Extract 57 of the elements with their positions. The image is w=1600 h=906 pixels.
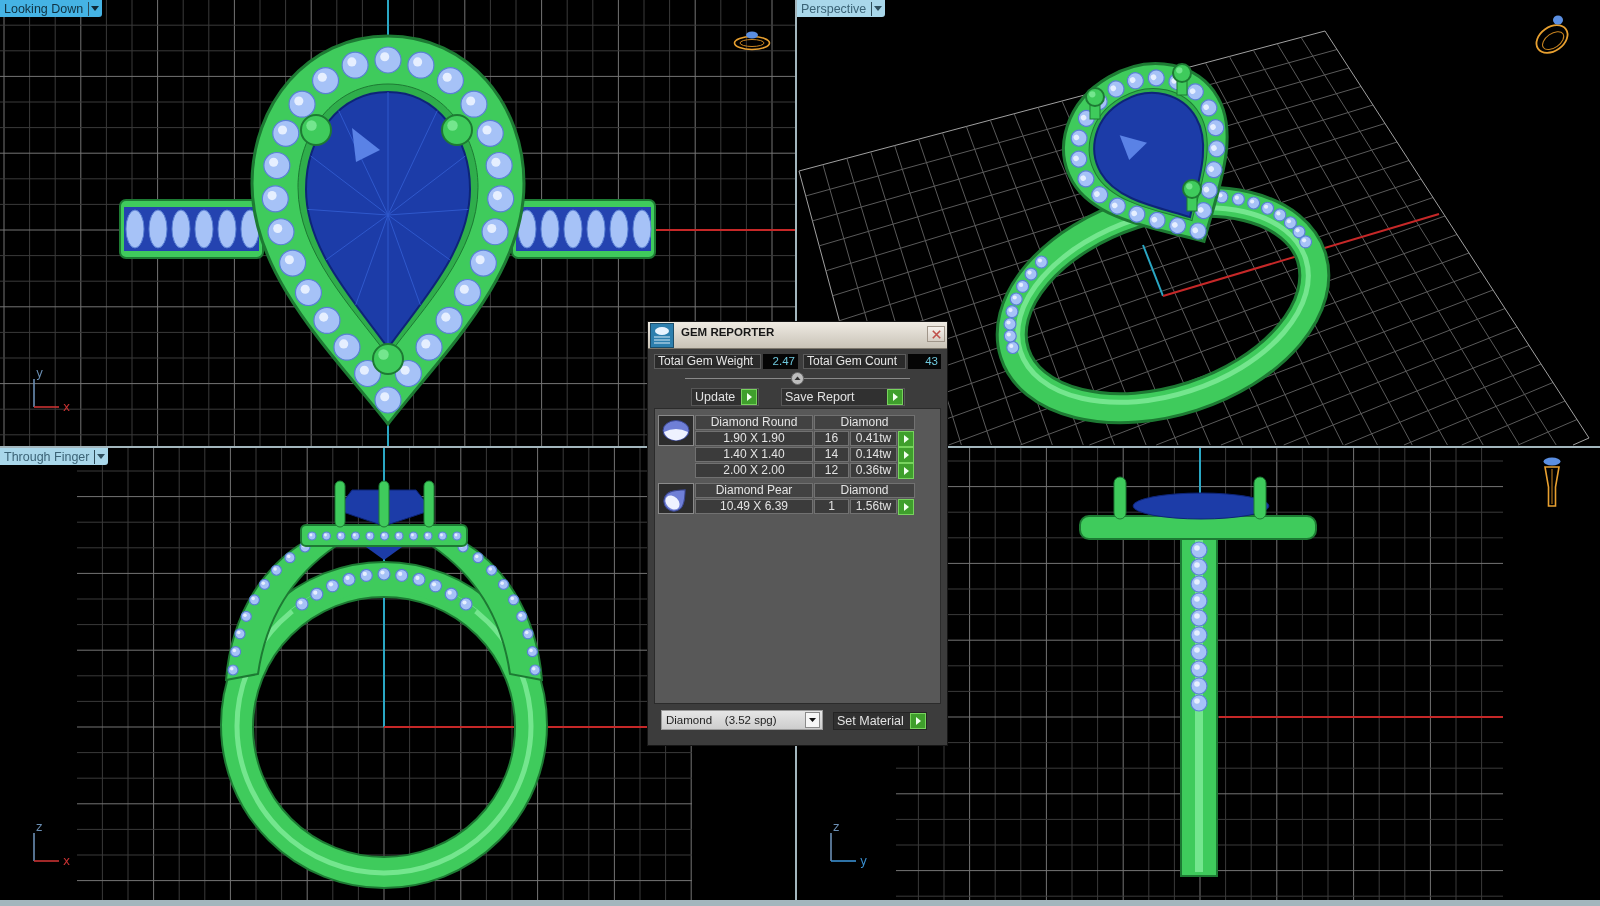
play-icon bbox=[910, 713, 926, 729]
view-dropdown[interactable]: Looking Down bbox=[0, 0, 103, 17]
close-icon bbox=[931, 329, 941, 339]
caret-icon bbox=[874, 6, 883, 11]
axis-label: y bbox=[36, 367, 44, 379]
dialog-title: GEM REPORTER bbox=[681, 326, 775, 338]
axis-triad-icon bbox=[33, 833, 59, 862]
play-icon bbox=[741, 389, 757, 405]
total-value: 43 bbox=[908, 354, 941, 369]
axis-label: z bbox=[36, 821, 43, 833]
close-button[interactable] bbox=[927, 326, 945, 342]
pear-gem-icon bbox=[658, 483, 694, 514]
material-dropdown[interactable]: Diamond (3.52 spg) bbox=[661, 710, 823, 730]
material-header: Diamond bbox=[814, 415, 915, 430]
size-cell: 10.49 X 6.39 bbox=[695, 499, 813, 514]
play-icon bbox=[887, 389, 903, 405]
ring-icon bbox=[1533, 15, 1571, 56]
weight-cell: 0.36tw bbox=[850, 463, 897, 478]
play-icon[interactable] bbox=[898, 430, 914, 447]
axis-label: z bbox=[833, 821, 840, 833]
count-cell: 12 bbox=[814, 463, 849, 478]
view-dropdown[interactable]: Perspective bbox=[797, 0, 886, 17]
gem-type-header: Diamond Pear bbox=[695, 483, 813, 498]
weight-cell: 0.41tw bbox=[850, 431, 897, 446]
count-cell: 1 bbox=[814, 499, 849, 514]
update-button[interactable]: Update bbox=[691, 388, 759, 406]
play-icon[interactable] bbox=[898, 498, 914, 515]
play-icon[interactable] bbox=[898, 462, 914, 479]
total-label: Total Gem Count bbox=[803, 354, 906, 369]
set-material-button[interactable]: Set Material bbox=[833, 712, 927, 730]
ring-icon bbox=[733, 31, 771, 51]
size-cell: 1.90 X 1.90 bbox=[695, 431, 813, 446]
material-header: Diamond bbox=[814, 483, 915, 498]
weight-cell: 0.14tw bbox=[850, 447, 897, 462]
ring-icon bbox=[1543, 457, 1561, 507]
size-cell: 1.40 X 1.40 bbox=[695, 447, 813, 462]
count-cell: 14 bbox=[814, 447, 849, 462]
axis-label: x bbox=[63, 855, 71, 867]
axis-triad-icon bbox=[830, 833, 856, 862]
gem-type-header: Diamond Round bbox=[695, 415, 813, 430]
caret-icon bbox=[97, 454, 106, 459]
axis-label: y bbox=[860, 855, 868, 867]
weight-cell: 1.56tw bbox=[850, 499, 897, 514]
axis-label: x bbox=[63, 401, 71, 413]
total-value: 2.47 bbox=[763, 354, 798, 369]
count-cell: 16 bbox=[814, 431, 849, 446]
total-label: Total Gem Weight bbox=[654, 354, 761, 369]
caret-icon bbox=[805, 712, 820, 728]
play-icon[interactable] bbox=[898, 446, 914, 463]
size-cell: 2.00 X 2.00 bbox=[695, 463, 813, 478]
view-dropdown[interactable]: Through Finger bbox=[0, 448, 109, 465]
save-report-button[interactable]: Save Report bbox=[781, 388, 905, 406]
collapse-icon[interactable] bbox=[791, 372, 804, 385]
axis-triad-icon bbox=[33, 379, 59, 408]
gem-tile-icon bbox=[650, 323, 674, 348]
round-gem-icon bbox=[658, 415, 694, 446]
caret-icon bbox=[91, 6, 100, 11]
